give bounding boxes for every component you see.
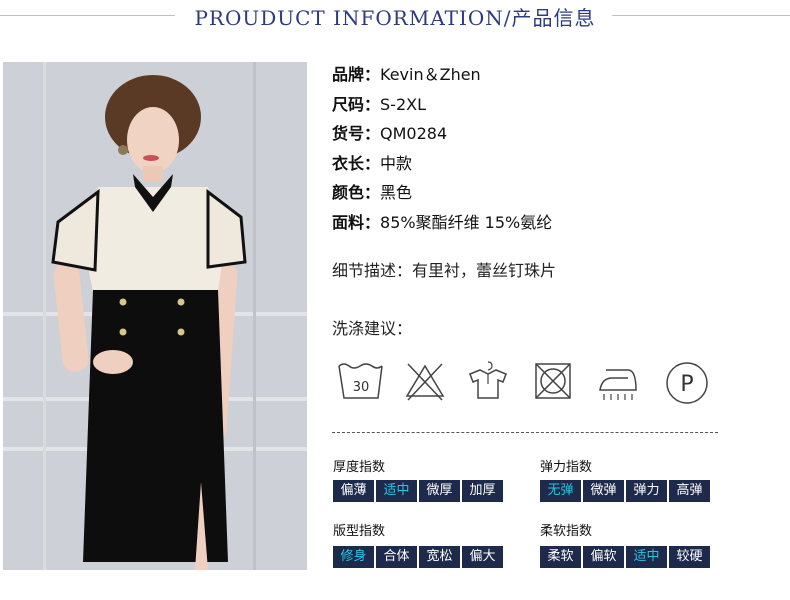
elasticity-index-title: 弹力指数 [540,460,593,475]
model-illustration [3,62,307,570]
softness-index: 柔软 偏软 适中 较硬 [540,546,710,568]
wash-30-icon: 30 [338,363,383,399]
detail-key: 细节描述： [332,261,413,280]
no-tumble-dry-icon [535,363,571,399]
softness-option: 柔软 [540,546,581,568]
spec-key: 货号： [332,124,381,143]
spec-row-fabric: 面料：85%聚酯纤维 15%氨纶 [332,212,552,242]
elasticity-option: 微弹 [583,480,624,502]
spec-row-color: 颜色：黑色 [332,182,552,212]
no-bleach-icon [405,363,445,401]
spec-key: 衣长： [332,153,381,173]
wash-advice-label: 洗涤建议： [332,319,413,338]
iron-low-icon [599,369,637,400]
thickness-option: 偏薄 [333,480,374,502]
softness-option: 较硬 [669,546,710,568]
softness-option: 偏软 [583,546,624,568]
spec-row-item-no: 货号：QM0284 [332,123,552,153]
fit-option: 偏大 [462,546,503,568]
spec-key: 颜色： [332,183,381,202]
elasticity-index: 无弹 微弹 弹力 高弹 [540,480,710,502]
detail-description: 细节描述：有里衬，蕾丝钉珠片 [332,260,556,282]
section-divider [332,432,718,433]
detail-value: 有里衬，蕾丝钉珠片 [412,261,557,280]
wash-temp-label: 30 [353,380,370,395]
hang-dry-icon [469,361,507,399]
spec-value: 黑色 [380,183,413,202]
thickness-option: 加厚 [462,480,503,502]
spec-list: 品牌：Kevin＆Zhen 尺码：S-2XL 货号：QM0284 衣长：中款 颜… [332,64,552,241]
spec-value: 85%聚酯纤维 15%氨纶 [380,212,553,232]
elasticity-option: 弹力 [626,480,667,502]
spec-row-length: 衣长：中款 [332,153,552,183]
dry-clean-letter: P [680,372,693,397]
spec-row-brand: 品牌：Kevin＆Zhen [332,64,552,94]
spec-value: QM0284 [380,124,448,143]
product-photo [3,62,307,570]
page-title: PROUDUCT INFORMATION/产品信息 [194,6,596,30]
spec-value: Kevin＆Zhen [380,65,481,84]
thickness-index: 偏薄 适中 微厚 加厚 [333,480,503,502]
softness-index-title: 柔软指数 [540,524,593,539]
fit-index-title: 版型指数 [333,524,386,539]
header-rule-right [612,15,790,16]
fit-option: 宽松 [419,546,460,568]
fit-index: 修身 合体 宽松 偏大 [333,546,503,568]
spec-row-size: 尺码：S-2XL [332,94,552,124]
spec-value: 中款 [380,153,413,173]
spec-key: 品牌： [332,65,381,84]
elasticity-option-active: 无弹 [540,480,581,502]
elasticity-option: 高弹 [669,480,710,502]
fit-option: 合体 [376,546,417,568]
spec-key: 尺码： [332,94,381,114]
thickness-option: 微厚 [419,480,460,502]
thickness-option-active: 适中 [376,480,417,502]
fit-option-active: 修身 [333,546,374,568]
spec-value: S-2XL [380,94,426,114]
thickness-index-title: 厚度指数 [333,460,386,475]
dry-clean-p-icon: P [666,362,708,404]
spec-key: 面料： [332,212,381,232]
softness-option-active: 适中 [626,546,667,568]
